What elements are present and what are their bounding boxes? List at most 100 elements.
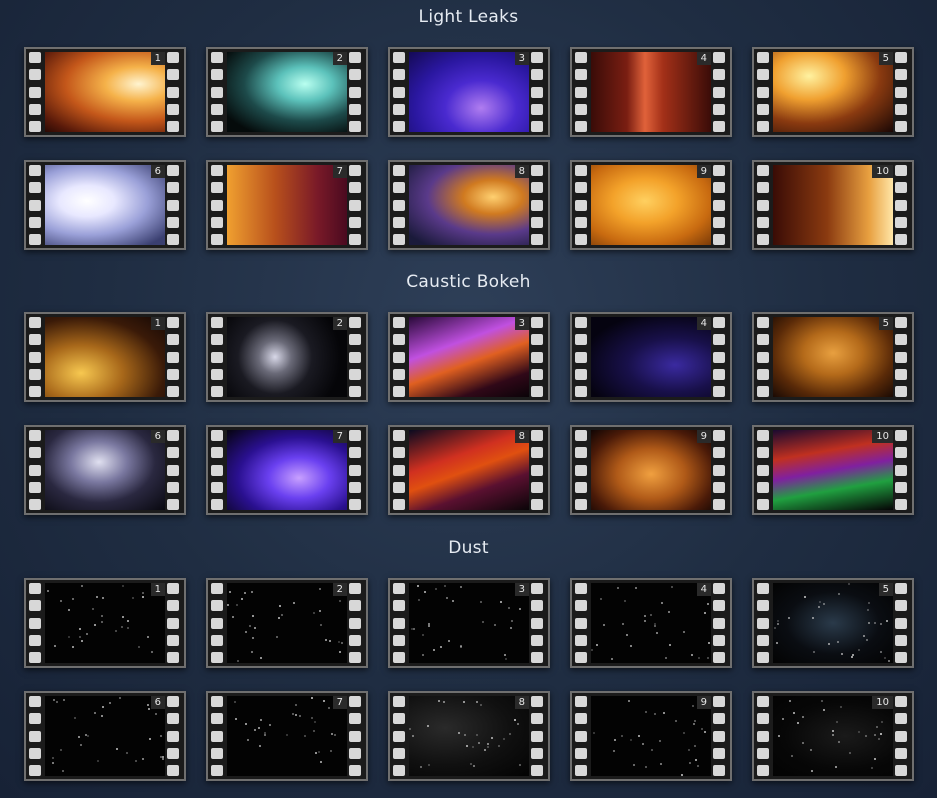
dust-particle <box>439 646 442 649</box>
dust-particle <box>518 763 521 766</box>
clip-thumbnail[interactable]: 9 <box>570 425 732 515</box>
perforation-hole <box>167 600 179 612</box>
perforation-hole <box>575 182 587 194</box>
perforation-hole <box>29 713 41 725</box>
clip-thumbnail[interactable]: 9 <box>570 691 732 781</box>
perforation-hole <box>211 634 223 646</box>
dust-particle <box>629 739 632 742</box>
perforation-hole <box>713 583 725 594</box>
perforation-hole <box>895 216 907 228</box>
dust-particle <box>328 640 331 643</box>
thumbnail-image <box>45 317 165 397</box>
clip-thumbnail[interactable]: 8 <box>388 160 550 250</box>
perforation-hole <box>167 583 179 594</box>
dust-particle <box>809 749 812 752</box>
perforation-hole <box>393 86 405 98</box>
perforation-hole <box>895 747 907 759</box>
clip-thumbnail[interactable]: 1 <box>24 47 186 137</box>
dust-particle <box>67 608 70 611</box>
perforation-hole <box>757 121 769 132</box>
clip-thumbnail[interactable]: 1 <box>24 578 186 668</box>
dust-particle <box>840 705 843 708</box>
dust-particle <box>777 735 780 738</box>
dust-particle <box>500 601 503 604</box>
clip-number: 10 <box>872 165 893 178</box>
perforation-hole <box>167 386 179 397</box>
clip-thumbnail[interactable]: 8 <box>388 691 550 781</box>
dust-particle <box>591 648 594 651</box>
perforation-hole <box>895 386 907 397</box>
clip-thumbnail[interactable]: 7 <box>206 691 368 781</box>
perforation-hole <box>211 617 223 629</box>
dust-particle <box>682 631 685 634</box>
perforation-hole <box>349 696 361 707</box>
perforation-hole <box>575 617 587 629</box>
clip-thumbnail[interactable]: 10 <box>752 425 914 515</box>
clip-thumbnail[interactable]: 10 <box>752 160 914 250</box>
film-perforations <box>575 165 589 245</box>
clip-thumbnail[interactable]: 8 <box>388 425 550 515</box>
dust-particle <box>791 754 794 757</box>
perforation-hole <box>393 334 405 346</box>
dust-particle <box>416 585 419 588</box>
dust-particle <box>519 608 522 611</box>
thumbnail-image <box>773 583 893 663</box>
clip-number: 9 <box>696 165 711 178</box>
dust-particle <box>858 649 861 652</box>
perforation-hole <box>393 713 405 725</box>
thumbnail-image <box>227 696 347 776</box>
perforation-hole <box>531 386 543 397</box>
dust-particle <box>85 633 88 636</box>
perforation-hole <box>895 368 907 380</box>
perforation-hole <box>575 69 587 81</box>
clip-thumbnail[interactable]: 2 <box>206 578 368 668</box>
clip-thumbnail[interactable]: 5 <box>752 578 914 668</box>
perforation-hole <box>757 334 769 346</box>
dust-particle <box>101 620 104 623</box>
dust-particle <box>241 597 244 600</box>
dust-particle <box>54 644 57 647</box>
dust-particle <box>93 623 96 626</box>
film-perforations <box>895 317 909 397</box>
perforation-hole <box>575 334 587 346</box>
dust-particle <box>788 700 791 703</box>
clip-thumbnail[interactable]: 4 <box>570 47 732 137</box>
clip-thumbnail[interactable]: 4 <box>570 312 732 402</box>
clip-thumbnail[interactable]: 4 <box>570 578 732 668</box>
dust-particle <box>79 743 82 746</box>
perforation-hole <box>29 317 41 328</box>
dust-particle <box>279 605 282 608</box>
clip-thumbnail[interactable]: 5 <box>752 312 914 402</box>
clip-thumbnail[interactable]: 5 <box>752 47 914 137</box>
clip-thumbnail[interactable]: 3 <box>388 312 550 402</box>
clip-thumbnail[interactable]: 6 <box>24 425 186 515</box>
perforation-hole <box>757 600 769 612</box>
perforation-hole <box>531 481 543 493</box>
perforation-hole <box>29 464 41 476</box>
dust-particle <box>641 743 644 746</box>
clip-thumbnail[interactable]: 3 <box>388 578 550 668</box>
perforation-hole <box>29 747 41 759</box>
perforation-hole <box>713 351 725 363</box>
clip-thumbnail[interactable]: 2 <box>206 312 368 402</box>
clip-thumbnail[interactable]: 10 <box>752 691 914 781</box>
clip-thumbnail[interactable]: 3 <box>388 47 550 137</box>
dust-particle <box>428 625 431 628</box>
dust-particle <box>874 622 877 625</box>
clip-thumbnail[interactable]: 7 <box>206 160 368 250</box>
clip-number: 3 <box>514 317 529 330</box>
perforation-hole <box>713 368 725 380</box>
perforation-hole <box>167 216 179 228</box>
clip-thumbnail[interactable]: 6 <box>24 160 186 250</box>
dust-particle <box>486 743 489 746</box>
clip-thumbnail[interactable]: 2 <box>206 47 368 137</box>
perforation-hole <box>575 481 587 493</box>
perforation-hole <box>713 713 725 725</box>
perforation-hole <box>29 447 41 459</box>
dust-particle <box>707 657 710 660</box>
clip-thumbnail[interactable]: 6 <box>24 691 186 781</box>
clip-thumbnail[interactable]: 9 <box>570 160 732 250</box>
perforation-hole <box>713 499 725 510</box>
clip-thumbnail[interactable]: 7 <box>206 425 368 515</box>
clip-thumbnail[interactable]: 1 <box>24 312 186 402</box>
